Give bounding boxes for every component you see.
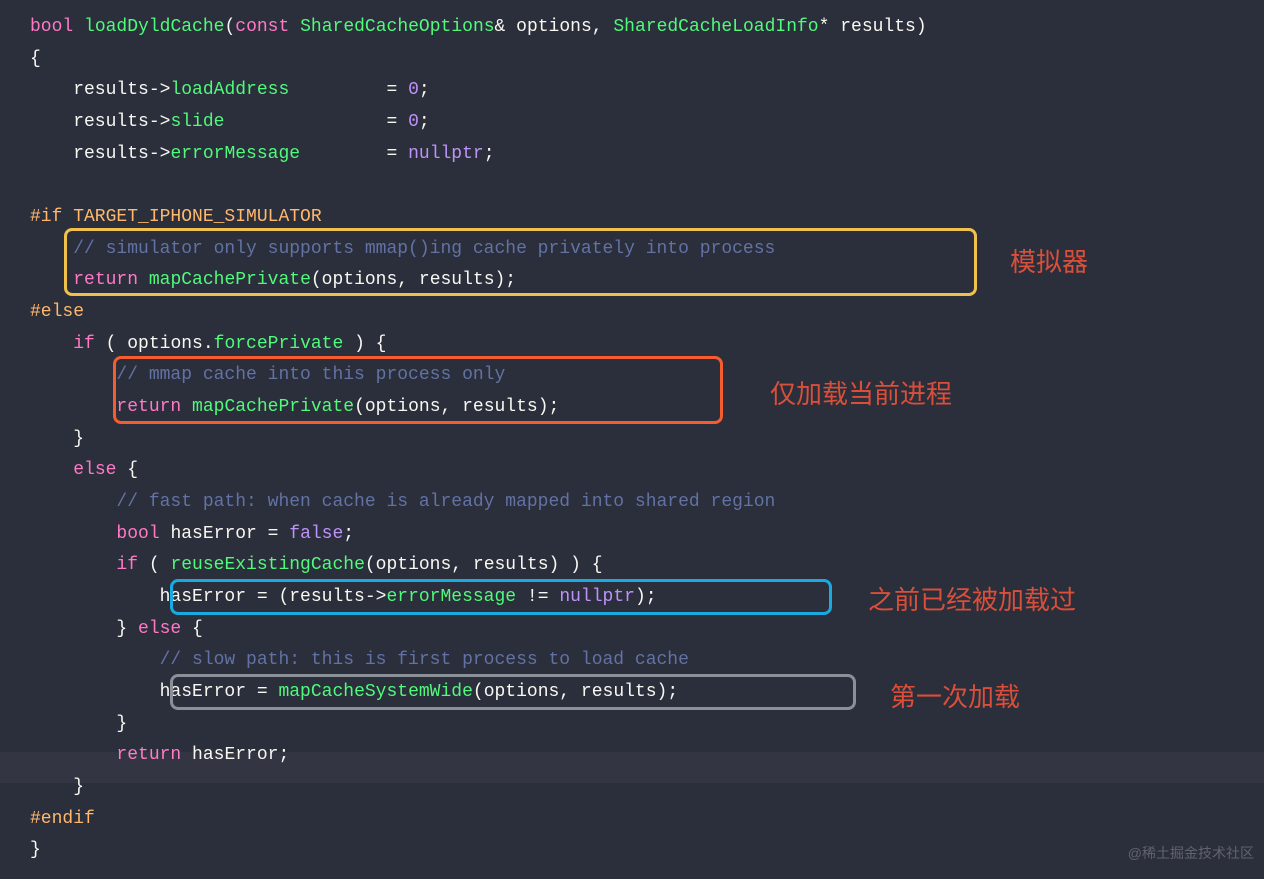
star-res: * results) [819, 17, 927, 37]
watermark: @稀土掘金技术社区 [1128, 841, 1254, 866]
kw-if2: if [116, 555, 138, 575]
type-scli: SharedCacheLoadInfo [613, 17, 818, 37]
res1a: results-> [30, 80, 170, 100]
ret-hasErr: hasError; [181, 745, 289, 765]
brace-open: { [30, 49, 41, 69]
kw-const: const [235, 17, 289, 37]
fn-name: loadDyldCache [84, 17, 224, 37]
hasErr-assign2: hasError = [30, 682, 278, 702]
close-if1: ) { [343, 334, 386, 354]
false: false [289, 524, 343, 544]
comment-fast: // fast path: when cache is already mapp… [30, 492, 775, 512]
res2a: results-> [30, 112, 170, 132]
comment-mmap: // mmap cache into this process only [30, 365, 505, 385]
type-sco: SharedCacheOptions [300, 17, 494, 37]
kw-else: else [73, 460, 116, 480]
kw-else2: else [138, 619, 181, 639]
zero1: 0 [408, 80, 419, 100]
preproc-if: #if TARGET_IPHONE_SIMULATOR [30, 207, 322, 227]
res2c: = [224, 112, 408, 132]
kw-if1: if [73, 334, 95, 354]
mapCachePrivate2: mapCachePrivate [192, 397, 354, 417]
kw-bool2: bool [116, 524, 159, 544]
nullptr1: nullptr [408, 144, 484, 164]
loadAddress: loadAddress [170, 80, 289, 100]
comment-slow: // slow path: this is first process to l… [30, 650, 689, 670]
preproc-else: #else [30, 302, 84, 322]
hasErr-assign: hasError = (results-> [30, 587, 386, 607]
kw-return3: return [116, 745, 181, 765]
zero2: 0 [408, 112, 419, 132]
forcePrivate: forcePrivate [214, 334, 344, 354]
args-sys: (options, results); [473, 682, 678, 702]
amp-opt: & options, [495, 17, 614, 37]
args2: (options, results); [354, 397, 559, 417]
errMsg2: errorMessage [386, 587, 516, 607]
res1c: = [289, 80, 408, 100]
nullptr2: nullptr [559, 587, 635, 607]
slide: slide [170, 112, 224, 132]
args1: (options, results); [311, 270, 516, 290]
comment-sim: // simulator only supports mmap()ing cac… [30, 239, 775, 259]
res3a: results-> [30, 144, 170, 164]
reuseExistingCache: reuseExistingCache [170, 555, 364, 575]
opt-dot: ( options. [95, 334, 214, 354]
mapCacheSystemWide: mapCacheSystemWide [278, 682, 472, 702]
mapCachePrivate1: mapCachePrivate [149, 270, 311, 290]
close-paren: ); [635, 587, 657, 607]
kw-return2: return [116, 397, 181, 417]
hasErr-decl: hasError = [160, 524, 290, 544]
errorMessage: errorMessage [170, 144, 300, 164]
preproc-endif: #endif [30, 809, 95, 829]
args-reuse: (options, results) ) { [365, 555, 603, 575]
kw-return1: return [73, 270, 138, 290]
neq: != [516, 587, 559, 607]
kw-bool: bool [30, 17, 73, 37]
code-block: bool loadDyldCache(const SharedCacheOpti… [0, 0, 1264, 879]
res3c: = [300, 144, 408, 164]
